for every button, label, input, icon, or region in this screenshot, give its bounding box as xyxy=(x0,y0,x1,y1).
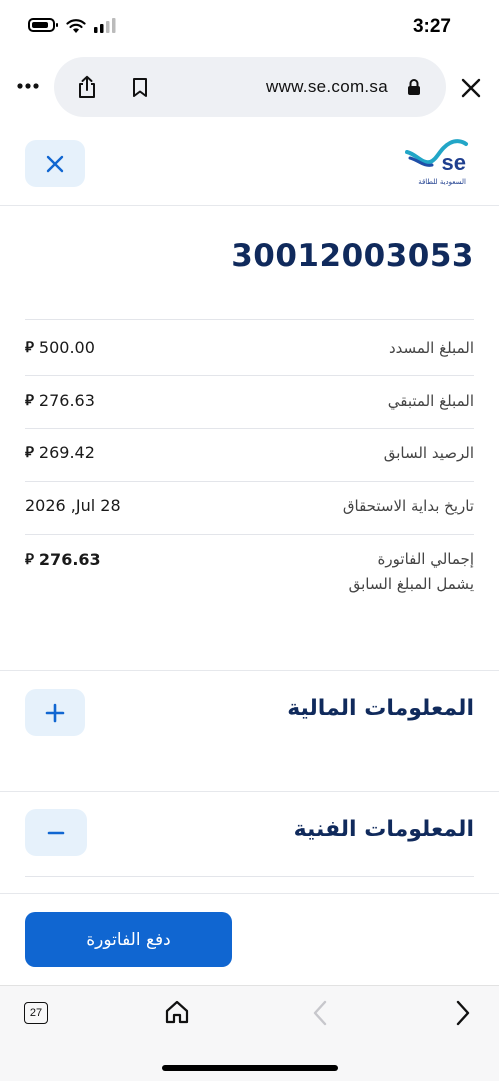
status-time: 3:27 xyxy=(412,16,451,37)
collapse-technical-button[interactable] xyxy=(25,809,87,856)
row-divider xyxy=(25,534,474,535)
back-icon[interactable] xyxy=(312,1000,328,1026)
url-text[interactable]: www.se.com.sa xyxy=(266,77,388,97)
financial-info-title[interactable]: المعلومات المالية xyxy=(287,696,474,721)
riyal-symbol: ⃁ xyxy=(25,550,34,568)
close-tab-icon[interactable] xyxy=(461,78,481,98)
lock-icon xyxy=(408,79,420,95)
technical-info-title[interactable]: المعلومات الفنية xyxy=(294,817,474,842)
account-number: 30012003053 xyxy=(231,238,474,274)
row-divider xyxy=(25,319,474,320)
due-date: 2026 ,Jul 28 xyxy=(25,496,121,515)
section-divider xyxy=(0,893,499,894)
close-icon xyxy=(46,155,64,172)
section-divider xyxy=(0,670,499,671)
previous-balance-label: الرصيد السابق xyxy=(383,444,474,462)
remaining-amount-label: المبلغ المتبقي xyxy=(387,392,474,410)
previous-balance: 269.42 xyxy=(38,443,95,462)
row-divider xyxy=(25,876,474,877)
riyal-symbol: ⃁ xyxy=(25,338,34,356)
paid-amount-value: ⃁ 500.00 xyxy=(25,338,95,357)
due-date-label: تاريخ بداية الاستحقاق xyxy=(342,497,474,515)
expand-financial-button[interactable] xyxy=(25,689,85,736)
row-divider xyxy=(25,481,474,482)
pay-bill-button[interactable]: دفع الفاتورة xyxy=(25,912,232,967)
remaining-amount: 276.63 xyxy=(38,391,95,410)
close-button[interactable] xyxy=(25,140,85,187)
brand-logo: se السعودية للطاقة xyxy=(404,138,470,190)
riyal-symbol: ⃁ xyxy=(25,391,34,409)
logo-subtext: السعودية للطاقة xyxy=(418,178,466,186)
bill-total-sublabel: يشمل المبلغ السابق xyxy=(348,575,474,593)
paid-amount: 500.00 xyxy=(38,338,95,357)
home-indicator xyxy=(162,1065,338,1071)
cellular-signal-icon xyxy=(94,18,116,33)
forward-icon[interactable] xyxy=(455,1000,471,1026)
row-divider xyxy=(25,375,474,376)
minus-icon xyxy=(47,831,65,834)
bill-total-value: ⃁ 276.63 xyxy=(25,550,101,569)
wifi-icon xyxy=(66,19,86,33)
logo-wordmark: se xyxy=(441,150,466,175)
due-date-value: 2026 ,Jul 28 xyxy=(25,496,121,515)
remaining-amount-value: ⃁ 276.63 xyxy=(25,391,95,410)
share-icon[interactable] xyxy=(76,75,98,99)
header-divider xyxy=(0,205,499,206)
riyal-symbol: ⃁ xyxy=(25,443,34,461)
tabs-button[interactable]: 27 xyxy=(24,1002,48,1024)
paid-amount-label: المبلغ المسدد xyxy=(389,339,474,357)
more-options-icon[interactable] xyxy=(17,83,39,89)
plus-icon xyxy=(45,703,65,722)
home-icon[interactable] xyxy=(164,999,190,1025)
battery-icon xyxy=(28,18,58,32)
bill-total: 276.63 xyxy=(38,550,101,569)
previous-balance-value: ⃁ 269.42 xyxy=(25,443,95,462)
row-divider xyxy=(25,428,474,429)
bill-total-label: إجمالي الفاتورة xyxy=(377,550,474,568)
bookmark-icon[interactable] xyxy=(131,77,149,98)
section-divider xyxy=(0,791,499,792)
